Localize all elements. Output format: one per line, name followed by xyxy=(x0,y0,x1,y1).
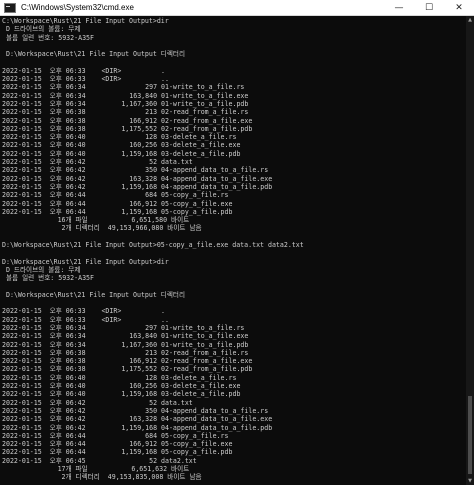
terminal-line: D:\Workspace\Rust\21 File Input Output 디… xyxy=(2,290,186,299)
terminal-line: 2022-01-15 오후 06:40 128 03-delete_a_file… xyxy=(2,373,237,382)
terminal-line: 2022-01-15 오후 06:38 1,175,552 02-read_fr… xyxy=(2,124,253,133)
terminal-line: 2022-01-15 오후 06:38 1,175,552 02-read_fr… xyxy=(2,365,253,374)
terminal-line: 2022-01-15 오후 06:38 213 02-read_from_a_f… xyxy=(2,348,249,357)
terminal-line: 2개 디렉터리 49,153,966,080 바이트 남음 xyxy=(2,224,202,233)
terminal-line: 볼륨 일련 번호: 5932-A35F xyxy=(2,33,94,42)
terminal-line: 2022-01-15 오후 06:38 166,912 02-read_from… xyxy=(2,357,253,366)
title-bar[interactable]: C:\Windows\System32\cmd.exe — ☐ ✕ xyxy=(0,0,474,16)
terminal-line: D 드라이브의 볼륨: 무제 xyxy=(2,25,81,34)
terminal-line: 2022-01-15 오후 06:34 163,840 01-write_to_… xyxy=(2,91,249,100)
terminal-line: 2022-01-15 오후 06:34 1,167,360 01-write_t… xyxy=(2,340,249,349)
terminal-line: 2022-01-15 오후 06:44 684 05-copy_a_file.r… xyxy=(2,191,229,200)
maximize-icon[interactable]: ☐ xyxy=(414,0,444,16)
terminal-line: D:\Workspace\Rust\21 File Input Output 디… xyxy=(2,50,186,59)
terminal-line: 2022-01-15 오후 06:38 166,912 02-read_from… xyxy=(2,116,253,125)
terminal-line: D:\Workspace\Rust\21 File Input Output>d… xyxy=(2,257,169,266)
terminal-line: 2022-01-15 오후 06:42 1,159,168 04-append_… xyxy=(2,182,273,191)
terminal-line: 2022-01-15 오후 06:42 52 data.txt xyxy=(2,398,193,407)
terminal-line: 2022-01-15 오후 06:42 163,328 04-append_da… xyxy=(2,174,273,183)
terminal-line: 2022-01-15 오후 06:33 <DIR> .. xyxy=(2,75,169,84)
terminal-line: 2022-01-15 오후 06:40 160,256 03-delete_a_… xyxy=(2,382,241,391)
cmd-app-icon[interactable] xyxy=(4,2,16,13)
terminal-line: 2022-01-15 오후 06:44 1,159,168 05-copy_a_… xyxy=(2,448,233,457)
terminal-line: 2022-01-15 오후 06:42 350 04-append_data_t… xyxy=(2,406,269,415)
terminal-line: 2022-01-15 오후 06:44 1,159,168 05-copy_a_… xyxy=(2,207,233,216)
terminal-line: 2022-01-15 오후 06:44 166,912 05-copy_a_fi… xyxy=(2,440,233,449)
terminal-line: 볼륨 일련 번호: 5932-A35F xyxy=(2,274,94,283)
terminal-line: 2022-01-15 오후 06:33 <DIR> .. xyxy=(2,315,169,324)
terminal-line: 2022-01-15 오후 06:33 <DIR> . xyxy=(2,66,165,75)
scroll-down-arrow-icon[interactable]: ▼ xyxy=(466,477,474,485)
terminal-line: 2022-01-15 오후 06:34 163,840 01-write_to_… xyxy=(2,332,249,341)
terminal-line: 2022-01-15 오후 06:34 297 01-write_to_a_fi… xyxy=(2,83,245,92)
terminal-line: 2022-01-15 오후 06:34 1,167,360 01-write_t… xyxy=(2,99,249,108)
terminal-line: 2022-01-15 오후 06:45 52 data2.txt xyxy=(2,456,197,465)
terminal-line: 2022-01-15 오후 06:40 160,256 03-delete_a_… xyxy=(2,141,241,150)
scroll-up-arrow-icon[interactable]: ▲ xyxy=(466,16,474,24)
terminal-line: 2022-01-15 오후 06:42 163,328 04-append_da… xyxy=(2,415,273,424)
terminal-line: 2022-01-15 오후 06:44 166,912 05-copy_a_fi… xyxy=(2,199,233,208)
terminal-output[interactable]: C:\Workspace\Rust\21 File Input Output>d… xyxy=(0,16,466,485)
terminal-line: 2022-01-15 오후 06:38 213 02-read_from_a_f… xyxy=(2,108,249,117)
terminal-line: 2022-01-15 오후 06:40 128 03-delete_a_file… xyxy=(2,133,237,142)
terminal-line: 2022-01-15 오후 06:40 1,159,168 03-delete_… xyxy=(2,149,241,158)
terminal-line: 2022-01-15 오후 06:42 350 04-append_data_t… xyxy=(2,166,269,175)
terminal-line: 2022-01-15 오후 06:40 1,159,168 03-delete_… xyxy=(2,390,241,399)
vertical-scrollbar[interactable]: ▲ ▼ xyxy=(466,16,474,485)
minimize-icon[interactable]: — xyxy=(384,0,414,16)
close-icon[interactable]: ✕ xyxy=(444,0,474,16)
terminal-line: D 드라이브의 볼륨: 무제 xyxy=(2,265,81,274)
scroll-thumb[interactable] xyxy=(468,396,472,474)
terminal-line: 2022-01-15 오후 06:33 <DIR> . xyxy=(2,307,165,316)
terminal-line: 2022-01-15 오후 06:34 297 01-write_to_a_fi… xyxy=(2,323,245,332)
terminal-line: 2022-01-15 오후 06:42 52 data.txt xyxy=(2,158,193,167)
terminal-line: D:\Workspace\Rust\21 File Input Output>0… xyxy=(2,241,304,250)
window-controls: — ☐ ✕ xyxy=(384,0,474,16)
window-title: C:\Windows\System32\cmd.exe xyxy=(21,3,134,12)
terminal-line: 2022-01-15 오후 06:44 684 05-copy_a_file.r… xyxy=(2,431,229,440)
terminal-line: 2개 디렉터리 49,153,835,008 바이트 남음 xyxy=(2,473,202,482)
terminal-line: 2022-01-15 오후 06:42 1,159,168 04-append_… xyxy=(2,423,273,432)
